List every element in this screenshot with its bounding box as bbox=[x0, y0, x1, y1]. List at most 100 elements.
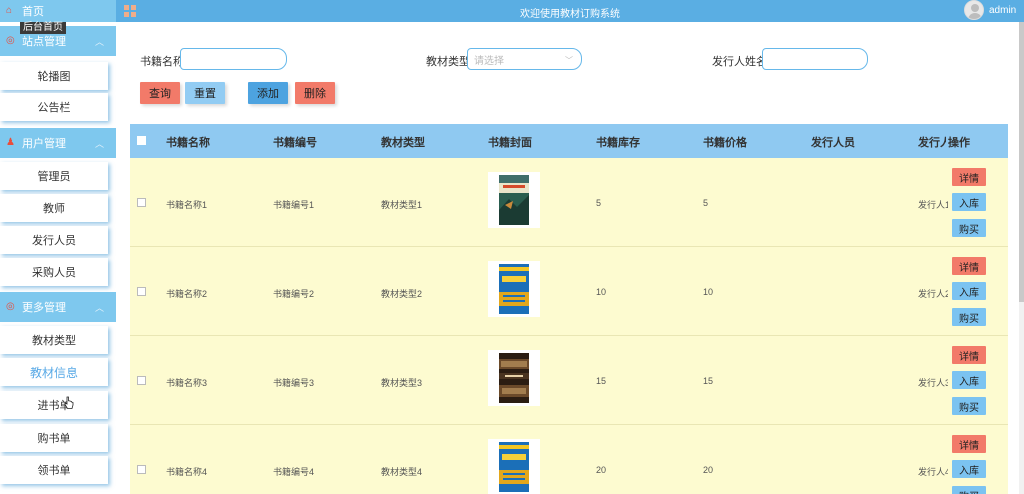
chevron-icon: ︿ bbox=[94, 37, 104, 47]
publisher-name-input[interactable] bbox=[762, 48, 868, 70]
cell-price: 5 bbox=[703, 198, 709, 208]
book-cover-green bbox=[499, 175, 529, 225]
cell-name: 书籍名称1 bbox=[166, 200, 208, 210]
sidebar-item-material-type[interactable]: 教材类型 bbox=[0, 326, 108, 354]
sidebar-item-purchaser[interactable]: 采购人员 bbox=[0, 258, 108, 286]
cell-type: 教材类型2 bbox=[381, 289, 423, 299]
sidebar-item-teacher[interactable]: 教师 bbox=[0, 194, 108, 222]
chevron-icon: ︿ bbox=[94, 139, 104, 149]
top-bar: 欢迎使用教材订购系统 admin bbox=[116, 0, 1024, 22]
cell-stock: 20 bbox=[596, 465, 607, 475]
buy-button[interactable]: 购买 bbox=[952, 486, 986, 494]
sidebar-home[interactable]: ⌂ 首页 bbox=[0, 0, 116, 22]
cell-publisher: 发行人1 bbox=[918, 200, 948, 210]
row-checkbox[interactable] bbox=[137, 376, 146, 385]
cell-code: 书籍编号3 bbox=[273, 378, 315, 388]
reset-button[interactable]: 重置 bbox=[185, 82, 225, 104]
buy-button[interactable]: 购买 bbox=[952, 308, 986, 326]
sidebar-group-label: 站点管理 bbox=[22, 36, 66, 48]
tooltip: 后台首页 bbox=[20, 22, 66, 34]
user-name[interactable]: admin bbox=[989, 5, 1016, 16]
user-icon: ♟ bbox=[6, 137, 15, 148]
column-header[interactable]: 教材类型 bbox=[381, 134, 425, 150]
column-header[interactable]: 书籍名称 bbox=[166, 134, 210, 150]
mouse-cursor-icon bbox=[64, 396, 74, 409]
sidebar-item-notice[interactable]: 公告栏 bbox=[0, 93, 108, 121]
cell-name: 书籍名称4 bbox=[166, 467, 208, 477]
book-cover-image bbox=[488, 172, 540, 228]
avatar[interactable] bbox=[964, 0, 984, 20]
main-content: 书籍名称 教材类型 请选择 ﹀ 发行人姓名 查询 重置 添加 删除 书籍名称 书… bbox=[116, 22, 1024, 494]
cell-publisher: 发行人4 bbox=[918, 467, 948, 477]
sidebar-item-publisher[interactable]: 发行人员 bbox=[0, 226, 108, 254]
site-icon: ◎ bbox=[6, 35, 15, 46]
detail-button[interactable]: 详情 bbox=[952, 435, 986, 453]
book-cover-dark bbox=[499, 353, 529, 403]
sidebar-group-user[interactable]: ♟ 用户管理 ︿ bbox=[0, 128, 116, 158]
book-name-input[interactable] bbox=[180, 48, 287, 70]
query-button[interactable]: 查询 bbox=[140, 82, 180, 104]
sidebar-item-carousel[interactable]: 轮播图 bbox=[0, 62, 108, 90]
column-header[interactable]: 发行人员 bbox=[811, 134, 855, 150]
cell-code: 书籍编号2 bbox=[273, 289, 315, 299]
select-placeholder: 请选择 bbox=[474, 55, 504, 67]
sidebar-group-label: 用户管理 bbox=[22, 138, 66, 150]
book-cover-image bbox=[488, 350, 540, 406]
delete-button[interactable]: 删除 bbox=[295, 82, 335, 104]
cell-stock: 5 bbox=[596, 198, 602, 208]
buy-button[interactable]: 购买 bbox=[952, 219, 986, 237]
book-cover-blue bbox=[499, 264, 529, 314]
stock-in-button[interactable]: 入库 bbox=[952, 282, 986, 300]
book-cover-image bbox=[488, 439, 540, 494]
sidebar-item-admin[interactable]: 管理员 bbox=[0, 162, 108, 190]
cell-price: 10 bbox=[703, 287, 714, 297]
sidebar-home-label: 首页 bbox=[22, 6, 44, 18]
app-title: 欢迎使用教材订购系统 bbox=[520, 9, 620, 20]
stock-in-button[interactable]: 入库 bbox=[952, 371, 986, 389]
cell-publisher: 发行人3 bbox=[918, 378, 948, 388]
sidebar-group-label: 更多管理 bbox=[22, 302, 66, 314]
cell-price: 20 bbox=[703, 465, 714, 475]
sidebar-item-material-info[interactable]: 教材信息 bbox=[0, 358, 108, 386]
sidebar-item-receive-order[interactable]: 领书单 bbox=[0, 456, 108, 484]
detail-button[interactable]: 详情 bbox=[952, 257, 986, 275]
sidebar-group-more[interactable]: ◎ 更多管理 ︿ bbox=[0, 292, 116, 322]
buy-button[interactable]: 购买 bbox=[952, 397, 986, 415]
page-scrollbar[interactable] bbox=[1019, 22, 1024, 494]
book-cover-blue bbox=[499, 442, 529, 492]
select-all-checkbox[interactable] bbox=[137, 136, 146, 145]
cell-code: 书籍编号1 bbox=[273, 200, 315, 210]
cell-type: 教材类型3 bbox=[381, 378, 423, 388]
book-name-label: 书籍名称 bbox=[140, 56, 184, 68]
row-checkbox[interactable] bbox=[137, 198, 146, 207]
row-checkbox[interactable] bbox=[137, 287, 146, 296]
cell-code: 书籍编号4 bbox=[273, 467, 315, 477]
row-checkbox[interactable] bbox=[137, 465, 146, 474]
column-header[interactable]: 发行人 bbox=[918, 134, 946, 150]
sidebar-item-purchase-in[interactable]: 进书单 bbox=[0, 391, 108, 419]
column-header[interactable]: 书籍库存 bbox=[596, 134, 640, 150]
home-icon: ⌂ bbox=[6, 5, 13, 16]
material-type-label: 教材类型 bbox=[426, 56, 470, 68]
book-cover-image bbox=[488, 261, 540, 317]
sidebar-item-buy-order[interactable]: 购书单 bbox=[0, 424, 108, 452]
chevron-down-icon: ﹀ bbox=[565, 56, 573, 65]
column-header[interactable]: 书籍编号 bbox=[273, 134, 317, 150]
cell-type: 教材类型1 bbox=[381, 200, 423, 210]
cell-name: 书籍名称3 bbox=[166, 378, 208, 388]
scrollbar-thumb[interactable] bbox=[1019, 22, 1024, 302]
chevron-icon: ︿ bbox=[94, 303, 104, 313]
add-button[interactable]: 添加 bbox=[248, 82, 288, 104]
detail-button[interactable]: 详情 bbox=[952, 346, 986, 364]
publisher-name-label: 发行人姓名 bbox=[712, 56, 767, 68]
column-header[interactable]: 书籍封面 bbox=[488, 134, 532, 150]
cell-type: 教材类型4 bbox=[381, 467, 423, 477]
cell-publisher: 发行人2 bbox=[918, 289, 948, 299]
table-row: 书籍名称4 书籍编号4 教材类型4 20 20 发行人4 详情 入库 购买 bbox=[130, 425, 1008, 494]
column-header[interactable]: 书籍价格 bbox=[703, 134, 747, 150]
stock-in-button[interactable]: 入库 bbox=[952, 460, 986, 478]
cell-name: 书籍名称2 bbox=[166, 289, 208, 299]
detail-button[interactable]: 详情 bbox=[952, 168, 986, 186]
material-type-select[interactable]: 请选择 ﹀ bbox=[467, 48, 582, 70]
stock-in-button[interactable]: 入库 bbox=[952, 193, 986, 211]
